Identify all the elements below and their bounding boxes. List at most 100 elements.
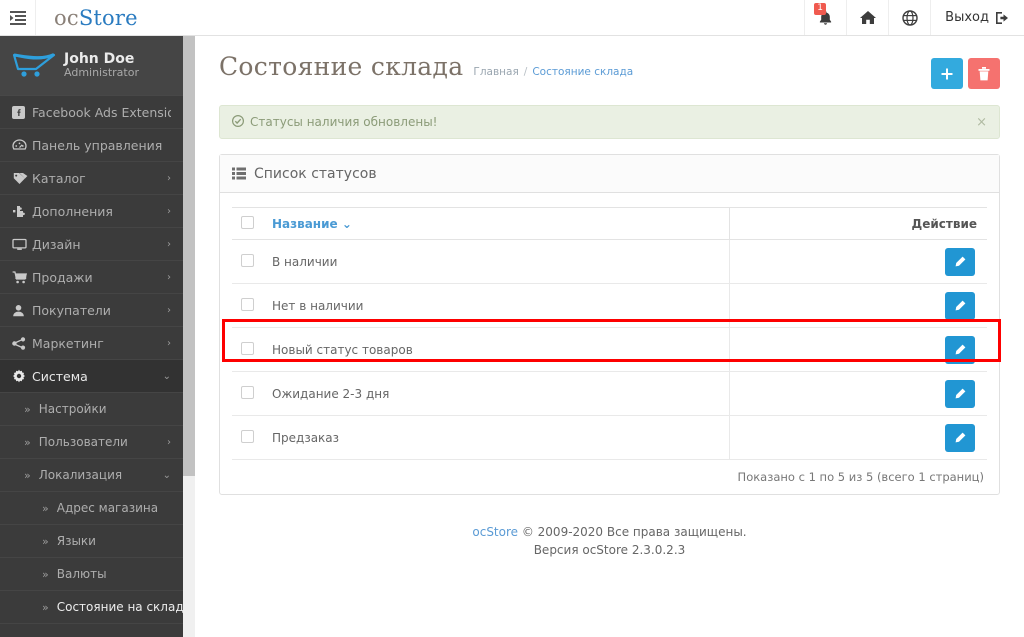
sidebar-subitem-stock-status[interactable]: » Состояние на складе [0,591,183,624]
sidebar-item-label: Панель управления [32,137,163,153]
column-header-action: Действие [729,207,987,240]
double-chevron-icon: » [24,402,31,416]
sidebar-item-dashboard[interactable]: Панель управления [0,129,183,162]
sidebar-subitem-store-address[interactable]: » Адрес магазина [0,492,183,525]
page-header: Состояние склада Главная / Состояние скл… [195,36,1024,93]
select-all-header [232,207,262,240]
sidebar-item-extensions[interactable]: Дополнения › [0,195,183,228]
tag-icon [12,172,32,185]
edit-button[interactable] [945,335,975,364]
sidebar-scrollbar[interactable] [183,36,195,637]
delete-button[interactable] [968,58,1000,89]
check-circle-icon [231,114,250,130]
top-header: oc Store 1 Выход [0,0,1024,36]
row-checkbox[interactable] [241,341,254,355]
chevron-right-icon: › [167,304,171,316]
trash-icon [978,66,990,80]
cart-icon [12,270,32,284]
pencil-icon [955,432,966,442]
user-icon [12,304,32,317]
sidebar-subitem-languages[interactable]: » Языки [0,525,183,558]
sidebar-item-label: Система [32,368,88,384]
language-button[interactable] [888,0,930,35]
row-select-cell [232,371,262,416]
chevron-right-icon: › [167,337,171,349]
profile-info: John Doe Administrator [58,51,139,80]
sidebar-item-design[interactable]: Дизайн › [0,228,183,261]
sidebar-item-label: Facebook Ads Extension› [32,104,171,120]
storefront-button[interactable] [846,0,888,35]
gear-icon [12,369,32,383]
double-chevron-icon: » [24,468,31,482]
breadcrumb: Главная / Состояние склада [463,54,633,78]
sidebar-subitem-label: Состояние на складе [56,600,183,614]
breadcrumb-current[interactable]: Состояние склада [532,66,633,78]
sidebar-toggle-icon [9,10,26,25]
footer-link[interactable]: ocStore [472,525,518,539]
table-row[interactable]: Новый статус товаров [232,327,987,372]
double-chevron-icon: » [42,501,49,515]
footer-copyright: © 2009-2020 Все права защищены. [518,525,747,539]
logout-icon [996,11,1008,24]
row-select-cell [232,239,262,284]
status-list-panel: Список статусов Название ⌄ Действие В на… [219,154,1000,495]
row-checkbox[interactable] [241,297,254,311]
brand-prefix: oc [54,5,79,30]
sidebar-profile[interactable]: John Doe Administrator [0,36,183,96]
table-row[interactable]: Нет в наличии [232,283,987,328]
sidebar-item-system[interactable]: Система ⌄ [0,360,183,393]
add-new-button[interactable] [931,58,963,89]
row-checkbox[interactable] [241,253,254,267]
row-checkbox[interactable] [241,385,254,399]
alert-close-button[interactable]: × [976,115,987,130]
notification-badge: 1 [814,3,827,15]
sidebar-subitem-localisation[interactable]: » Локализация ⌄ [0,459,183,492]
double-chevron-icon: » [42,534,49,548]
logout-button[interactable]: Выход [930,0,1024,35]
table-body: В наличии Нет в наличии Новый статус тов… [232,239,987,460]
sidebar-item-catalog[interactable]: Каталог › [0,162,183,195]
table-row[interactable]: Предзаказ [232,415,987,460]
sidebar-subitem-settings[interactable]: » Настройки [0,393,183,426]
notifications-button[interactable]: 1 [804,0,846,35]
table-row[interactable]: В наличии [232,239,987,284]
footer-copyright-line: ocStore © 2009-2020 Все права защищены. [195,523,1024,541]
sidebar-item-label: Дополнения [32,203,113,219]
sidebar-item-customers[interactable]: Покупатели › [0,294,183,327]
dashboard-icon [12,138,32,152]
row-select-cell [232,283,262,328]
sidebar-subitem-label: Настройки [38,402,107,416]
double-chevron-icon: » [24,435,31,449]
sidebar-item-label: Маркетинг [32,335,104,351]
header-actions: 1 Выход [804,0,1024,35]
success-alert: Статусы наличия обновлены! × [219,105,1000,139]
row-name-cell: В наличии [262,239,730,284]
footer-version: Версия ocStore 2.3.0.2.3 [533,543,686,557]
row-checkbox[interactable] [241,429,254,443]
edit-button[interactable] [945,423,975,452]
select-all-checkbox[interactable] [241,215,254,229]
row-name-cell: Новый статус товаров [262,327,730,372]
chevron-right-icon: › [167,172,171,184]
chevron-down-icon: ⌄ [162,370,171,382]
sidebar-subitem-currencies[interactable]: » Валюты [0,558,183,591]
sidebar-item-sales[interactable]: Продажи › [0,261,183,294]
table-row[interactable]: Ожидание 2-3 дня [232,371,987,416]
chevron-down-icon: ⌄ [162,469,171,481]
row-select-cell [232,327,262,372]
edit-button[interactable] [945,247,975,276]
brand-logo[interactable]: oc Store [36,0,156,35]
sort-by-name-link[interactable]: Название ⌄ [272,217,352,231]
column-header-name: Название ⌄ [262,207,730,240]
sidebar-toggle-button[interactable] [0,0,36,35]
sidebar-subitem-users[interactable]: » Пользователи › [0,426,183,459]
sidebar-item-facebook-ads[interactable]: Facebook Ads Extension› [0,96,183,129]
pencil-icon [955,388,966,398]
sidebar-scrollbar-thumb[interactable] [183,36,195,476]
sidebar-item-marketing[interactable]: Маркетинг › [0,327,183,360]
chevron-right-icon: › [167,436,171,448]
edit-button[interactable] [945,291,975,320]
list-icon [232,167,254,180]
breadcrumb-home[interactable]: Главная [473,66,518,78]
edit-button[interactable] [945,379,975,408]
